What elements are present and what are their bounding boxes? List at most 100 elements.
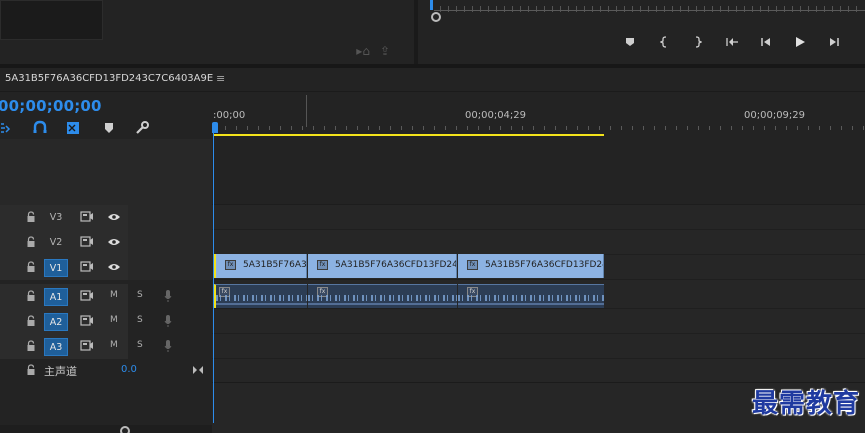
mark-out-icon [695, 36, 702, 48]
solo-button[interactable]: S [137, 340, 143, 350]
track-header-a3: A3 M S [0, 334, 212, 359]
eye-icon[interactable] [107, 263, 121, 271]
lock-icon[interactable] [26, 340, 36, 352]
work-area-bar[interactable] [214, 134, 604, 136]
audio-clip[interactable]: fx [308, 284, 457, 308]
timeline-ruler[interactable]: :00;00 00;00;04;29 00;00;09;29 [212, 93, 865, 139]
empty-track-space[interactable] [212, 139, 865, 205]
solo-button[interactable]: S [137, 290, 143, 300]
step-back-button[interactable] [749, 33, 783, 51]
source-monitor-viewer [0, 0, 103, 40]
video-clip[interactable]: fx 5A31B5F76A36CFD13FD243 [308, 254, 457, 278]
track-lane-master[interactable] [212, 359, 865, 383]
audio-waveform-lower [308, 303, 457, 305]
microphone-icon[interactable] [164, 314, 172, 328]
track-header-v3: V3 [0, 205, 212, 230]
lock-icon[interactable] [26, 290, 36, 302]
play-icon [796, 37, 805, 47]
lock-icon[interactable] [26, 364, 36, 376]
master-expand-icon[interactable] [192, 365, 204, 375]
mark-in-icon [660, 36, 667, 48]
snap-icon[interactable] [0, 120, 16, 136]
transport-controls [613, 33, 851, 51]
track-name[interactable]: V2 [44, 234, 68, 252]
sync-lock-icon[interactable] [80, 290, 94, 301]
step-forward-button[interactable] [817, 33, 851, 51]
fx-badge-icon: fx [467, 260, 478, 270]
program-ruler-line [434, 10, 865, 11]
source-monitor-panel: ▸⌂ ⇪ [0, 0, 412, 64]
mark-in-button[interactable] [647, 33, 681, 51]
play-button[interactable] [783, 33, 817, 51]
export-frame-icon[interactable]: ⇪ [380, 44, 390, 58]
track-target-a3[interactable]: A3 [44, 338, 68, 356]
ruler-minor-ticks [214, 126, 865, 130]
sequence-tab[interactable]: 5A31B5F76A36CFD13FD243C7C6403A9E [5, 73, 213, 84]
timeline-tools [0, 120, 160, 136]
wrench-icon[interactable] [134, 120, 150, 136]
lock-icon[interactable] [26, 211, 36, 223]
program-ruler-ticks [440, 6, 860, 12]
sync-lock-icon[interactable] [80, 315, 94, 326]
video-clip[interactable]: fx 5A31B5F76A36 [214, 254, 307, 278]
track-header-v1: V1 [0, 255, 212, 280]
ruler-label: :00;00 [213, 110, 246, 121]
ruler-label: 00;00;04;29 [465, 110, 527, 121]
clip-label: 5A31B5F76A36 [243, 260, 307, 270]
mute-button[interactable]: M [110, 290, 118, 300]
video-clip[interactable]: fx 5A31B5F76A36CFD13FD24 [458, 254, 604, 278]
track-lane-v2[interactable] [212, 230, 865, 255]
timeline-marker-icon[interactable] [101, 120, 117, 136]
sync-lock-icon[interactable] [80, 211, 94, 222]
program-playhead[interactable] [430, 0, 433, 10]
timeline-tab-bar: 5A31B5F76A36CFD13FD243C7C6403A9E ≡ [0, 68, 865, 92]
microphone-icon[interactable] [164, 289, 172, 303]
track-lane-a2[interactable] [212, 309, 865, 334]
lock-icon[interactable] [26, 261, 36, 273]
lock-icon[interactable] [26, 236, 36, 248]
audio-clip[interactable]: fx [214, 284, 307, 308]
audio-waveform-lower [216, 303, 307, 305]
clip-label: 5A31B5F76A36CFD13FD243 [335, 260, 457, 270]
eye-icon[interactable] [107, 213, 121, 221]
clip-label: 5A31B5F76A36CFD13FD24 [485, 260, 604, 270]
audio-waveform [216, 295, 307, 301]
fx-badge-icon: fx [225, 260, 236, 270]
timeline-horizontal-scrollbar[interactable] [0, 425, 212, 433]
go-to-in-button[interactable] [715, 33, 749, 51]
track-lane-a3[interactable] [212, 334, 865, 359]
sync-lock-icon[interactable] [80, 340, 94, 351]
microphone-icon[interactable] [164, 339, 172, 353]
track-name[interactable]: V3 [44, 209, 68, 227]
linked-selection-icon[interactable] [32, 120, 48, 136]
audio-waveform-lower [458, 303, 604, 305]
track-target-a2[interactable]: A2 [44, 313, 68, 331]
audio-clip[interactable]: fx [458, 284, 604, 308]
track-headers: V3 V2 V1 A1 M S A2 M S A3 M S 主声道 0.0 [0, 139, 212, 433]
mark-out-button[interactable] [681, 33, 715, 51]
insert-icon[interactable]: ▸⌂ [356, 44, 370, 58]
lock-icon[interactable] [26, 315, 36, 327]
track-target-v1[interactable]: V1 [44, 259, 68, 277]
sync-lock-icon[interactable] [80, 236, 94, 247]
insert-sequence-icon[interactable] [65, 120, 81, 136]
mute-button[interactable]: M [110, 315, 118, 325]
audio-waveform [308, 295, 457, 301]
playhead-timecode[interactable]: 00;00;00;00 [0, 97, 102, 115]
panel-menu-icon[interactable]: ≡ [216, 72, 225, 85]
add-marker-button[interactable] [613, 33, 647, 51]
sync-lock-icon[interactable] [80, 261, 94, 272]
solo-button[interactable]: S [137, 315, 143, 325]
track-target-a1[interactable]: A1 [44, 288, 68, 306]
program-zoom-handle[interactable] [431, 12, 441, 22]
audio-waveform [458, 295, 604, 301]
watermark-logo: 最需教育 [751, 389, 860, 419]
eye-icon[interactable] [107, 238, 121, 246]
zoom-scroll-handle[interactable] [120, 426, 130, 433]
playhead-line[interactable] [213, 123, 214, 423]
track-header-a1: A1 M S [0, 284, 212, 309]
track-lane-v3[interactable] [212, 205, 865, 230]
mute-button[interactable]: M [110, 340, 118, 350]
master-volume-value[interactable]: 0.0 [121, 364, 137, 375]
step-forward-icon [830, 38, 839, 46]
